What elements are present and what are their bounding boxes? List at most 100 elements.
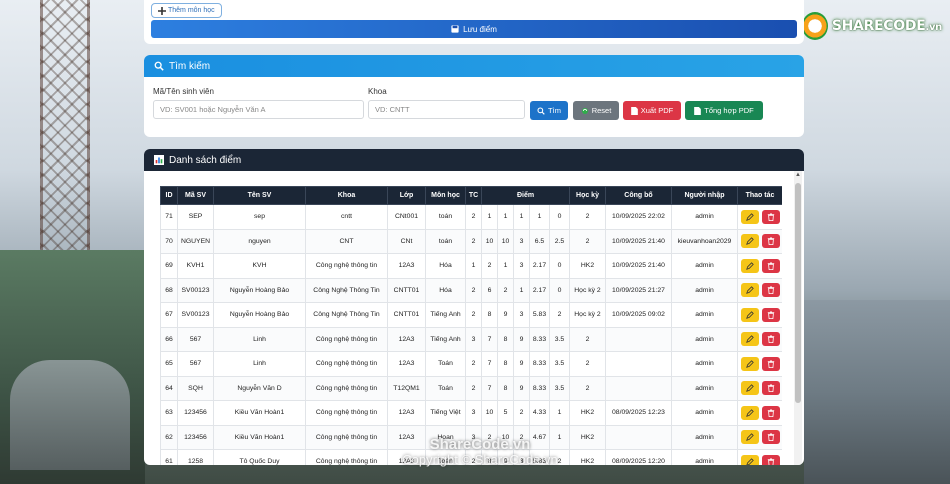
cell-score-avg: 2.17	[529, 253, 550, 279]
cell-credits: 1	[465, 253, 482, 279]
search-panel: Tìm kiếm Mã/Tên sinh viên VD: SV001 hoặc…	[144, 55, 804, 137]
trash-icon	[767, 433, 774, 442]
col-header-student-name[interactable]: Tên SV	[213, 186, 306, 205]
cell-semester: Học kỳ 2	[569, 277, 606, 303]
col-header-faculty[interactable]: Khoa	[305, 186, 388, 205]
score-entry-panel: Thêm môn học Lưu điểm	[144, 0, 804, 44]
cell-student-code: SEP	[177, 204, 214, 230]
edit-button[interactable]	[740, 405, 759, 420]
floppy-disk-icon	[451, 25, 459, 33]
cell-credits: 2	[465, 277, 482, 303]
edit-button[interactable]	[740, 356, 759, 371]
col-header-id[interactable]: ID	[160, 186, 178, 205]
cell-student-name: Kiều Văn Hoàn1	[213, 424, 306, 450]
cell-actions	[737, 400, 782, 426]
cell-subject: Tiếng Việt	[425, 400, 466, 426]
delete-button[interactable]	[761, 405, 780, 420]
cell-score-2: 1	[497, 204, 514, 230]
col-header-class[interactable]: Lớp	[387, 186, 426, 205]
delete-button[interactable]	[761, 332, 780, 347]
col-header-published[interactable]: Công bố	[605, 186, 672, 205]
cell-score-3: 3	[513, 228, 530, 254]
student-search-input[interactable]: VD: SV001 hoặc Nguyễn Văn A	[153, 100, 364, 119]
cell-entered-by: kieuvanhoan2029	[671, 228, 738, 254]
pencil-icon	[745, 237, 754, 246]
trash-icon	[767, 213, 774, 221]
delete-button[interactable]	[761, 209, 780, 224]
pencil-icon	[745, 286, 754, 295]
cell-id: 67	[160, 302, 178, 328]
cell-subject: Tiếng Anh	[425, 302, 466, 328]
cell-published	[605, 375, 672, 401]
cell-student-name: sep	[213, 204, 306, 230]
cell-actions	[737, 204, 782, 230]
edit-button[interactable]	[740, 283, 759, 298]
document-icon	[630, 106, 638, 115]
plus-icon	[158, 6, 166, 15]
faculty-search-input[interactable]: VD: CNTT	[368, 100, 525, 119]
cell-published: 10/09/2025 21:40	[605, 228, 672, 254]
cell-published: 08/09/2025 12:23	[605, 400, 672, 426]
delete-button[interactable]	[761, 381, 780, 396]
vertical-scrollbar[interactable]: ▲	[794, 171, 802, 465]
edit-button[interactable]	[740, 209, 759, 224]
edit-button[interactable]	[740, 381, 759, 396]
cell-faculty: Công nghệ thông tin	[305, 253, 388, 279]
col-header-semester[interactable]: Học kỳ	[569, 186, 606, 205]
cell-id: 62	[160, 424, 178, 450]
trash-icon	[767, 335, 774, 344]
delete-button[interactable]	[761, 356, 780, 371]
edit-button[interactable]	[740, 430, 759, 445]
reset-button[interactable]: Reset	[573, 101, 619, 120]
cell-score-avg: 4.33	[529, 400, 550, 426]
delete-button[interactable]	[761, 234, 780, 249]
edit-button[interactable]	[740, 307, 759, 322]
cell-student-code: NGUYEN	[177, 228, 214, 254]
delete-button[interactable]	[761, 307, 780, 322]
edit-button[interactable]	[740, 234, 759, 249]
cell-student-code: SQH	[177, 375, 214, 401]
cell-score-3: 9	[513, 351, 530, 377]
col-header-credits[interactable]: TC	[465, 186, 482, 205]
col-header-score[interactable]: Điểm	[481, 186, 570, 205]
cell-credits: 2	[465, 302, 482, 328]
col-header-student-code[interactable]: Mã SV	[177, 186, 214, 205]
edit-button[interactable]	[740, 332, 759, 347]
cell-faculty: CNT	[305, 228, 388, 254]
cell-student-name: Tô Quốc Duy	[213, 449, 306, 465]
scroll-thumb[interactable]	[795, 183, 801, 403]
cell-score-2: 2	[497, 277, 514, 303]
cell-semester: 2	[569, 326, 606, 352]
delete-button[interactable]	[761, 454, 780, 465]
add-subject-button[interactable]: Thêm môn học	[151, 3, 222, 18]
cell-faculty: Công nghệ thông tin	[305, 400, 388, 426]
search-button[interactable]: Tìm	[530, 101, 568, 120]
cell-actions	[737, 375, 782, 401]
cell-score-1: 10	[481, 228, 498, 254]
export-pdf-button[interactable]: Xuất PDF	[623, 101, 681, 120]
col-header-subject[interactable]: Môn học	[425, 186, 466, 205]
edit-button[interactable]	[740, 258, 759, 273]
cell-score-1: 2	[481, 253, 498, 279]
trash-icon	[767, 360, 774, 368]
cell-id: 71	[160, 204, 178, 230]
cell-score-3: 3	[513, 302, 530, 328]
cell-score-1: 8	[481, 302, 498, 328]
cell-subject: toán	[425, 204, 466, 230]
cell-student-name: Linh	[213, 351, 306, 377]
delete-button[interactable]	[761, 430, 780, 445]
delete-button[interactable]	[761, 283, 780, 298]
trash-icon	[767, 409, 774, 417]
cell-subject: Hóa	[425, 277, 466, 303]
background-vent	[10, 360, 130, 470]
summary-pdf-button[interactable]: Tổng hợp PDF	[685, 101, 763, 120]
cell-faculty: Công Nghệ Thông Tin	[305, 302, 388, 328]
row-actions	[739, 307, 782, 322]
col-header-entered-by[interactable]: Người nhập	[671, 186, 738, 205]
scroll-up-icon[interactable]: ▲	[794, 171, 802, 179]
cell-entered-by: admin	[671, 424, 738, 450]
sharecode-logo: SHARECODE.vn	[802, 10, 942, 42]
save-scores-button[interactable]: Lưu điểm	[151, 20, 797, 38]
delete-button[interactable]	[761, 258, 780, 273]
edit-button[interactable]	[740, 454, 759, 465]
